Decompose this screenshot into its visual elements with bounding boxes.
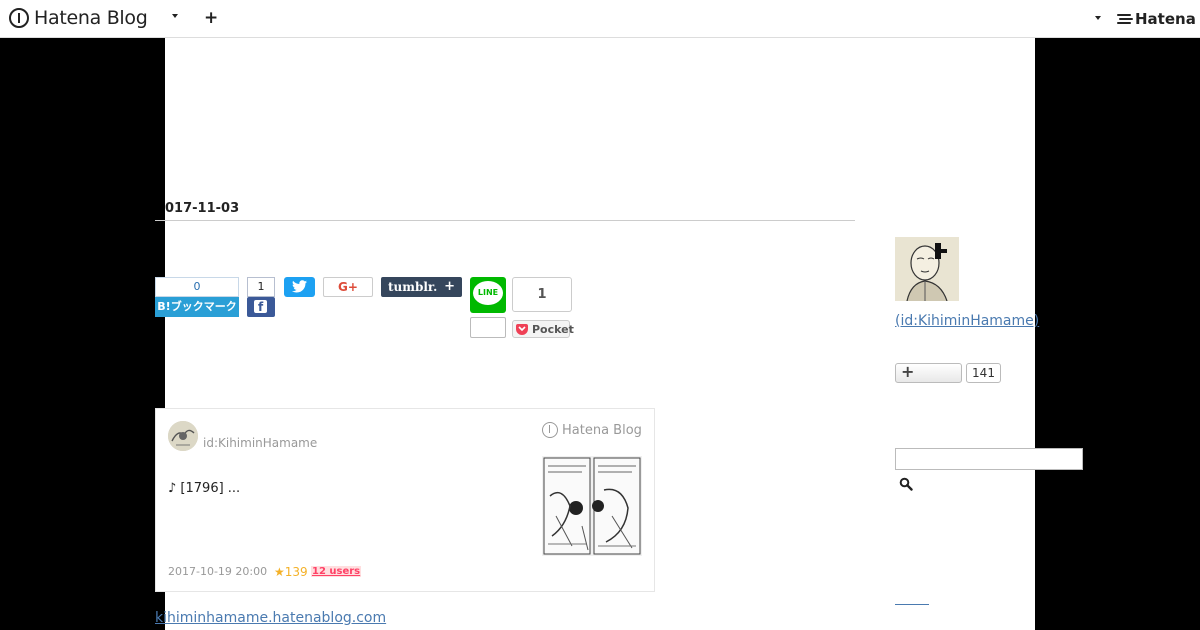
line-icon: LINE <box>473 281 503 305</box>
facebook-share-button[interactable]: f <box>247 297 275 317</box>
facebook-share-count: 1 <box>247 277 275 297</box>
line-share-count <box>470 317 506 338</box>
profile-id-link[interactable]: (id:KihiminHamame) <box>895 313 1039 329</box>
blog-url-link[interactable]: kihiminhamame.hatenablog.com <box>155 610 386 626</box>
entry-date[interactable]: 017-11-03 <box>165 201 239 216</box>
card-service-logo[interactable]: Hatena Blog <box>542 422 642 438</box>
pocket-count: 1 <box>512 277 572 312</box>
card-date: 2017-10-19 20:00 <box>168 565 268 578</box>
blog-embed-card[interactable]: id:KihiminHamame Hatena Blog ♪ [1796] ..… <box>155 408 655 592</box>
hatena-bookmark-share[interactable]: 0 B!ブックマーク <box>155 277 239 317</box>
card-service-name: Hatena Blog <box>562 422 642 438</box>
facebook-icon: f <box>258 300 264 314</box>
plus-icon[interactable]: + <box>204 8 218 28</box>
googleplus-share-button[interactable]: G+ <box>323 277 373 297</box>
hatena-blog-brand[interactable]: Hatena Blog <box>9 7 148 29</box>
search-button[interactable] <box>899 476 915 492</box>
caret-down-icon[interactable] <box>172 14 178 18</box>
profile-avatar[interactable] <box>895 237 959 301</box>
twitter-share-button[interactable] <box>284 277 315 297</box>
brand-name: Hatena Blog <box>34 7 148 29</box>
hatena-blog-logo-icon <box>9 8 29 28</box>
plus-icon: + <box>901 362 915 381</box>
card-excerpt[interactable]: ♪ [1796] ... <box>168 481 240 496</box>
facebook-share[interactable]: 1 f <box>247 277 275 317</box>
hatena-blog-logo-icon <box>542 422 558 438</box>
card-bookmark-users[interactable]: 12 users <box>311 566 362 577</box>
pocket-icon <box>516 324 528 335</box>
date-divider <box>155 220 855 221</box>
hatena-bookmark-count[interactable]: 0 <box>155 277 239 297</box>
hatena-logo-icon <box>1117 13 1133 25</box>
global-header: Hatena Blog + Hatena <box>0 0 1200 38</box>
hatena-logo-text: Hatena <box>1135 10 1196 28</box>
tumblr-plus-icon: + <box>444 279 455 294</box>
avatar[interactable] <box>168 421 198 451</box>
twitter-icon <box>292 280 307 293</box>
card-author-id[interactable]: id:KihiminHamame <box>203 436 317 450</box>
line-share-button[interactable]: LINE <box>470 277 506 313</box>
pocket-save-button[interactable]: Pocket <box>512 320 574 338</box>
account-caret-down-icon[interactable] <box>1095 16 1101 20</box>
hatena-home-link[interactable]: Hatena <box>1117 10 1196 28</box>
search-icon <box>899 477 913 491</box>
sidebar-link[interactable] <box>895 604 929 605</box>
tumblr-share-button[interactable]: tumblr. + <box>381 277 462 297</box>
follow-button[interactable]: + <box>895 363 962 383</box>
follower-count: 141 <box>966 363 1001 383</box>
pocket-label: Pocket <box>532 323 574 336</box>
card-thumbnail[interactable] <box>542 456 642 556</box>
tumblr-label: tumblr. <box>388 280 438 294</box>
hatena-bookmark-button[interactable]: B!ブックマーク <box>155 297 239 317</box>
card-star-count[interactable]: ★139 <box>274 565 308 579</box>
search-input[interactable] <box>895 448 1083 470</box>
